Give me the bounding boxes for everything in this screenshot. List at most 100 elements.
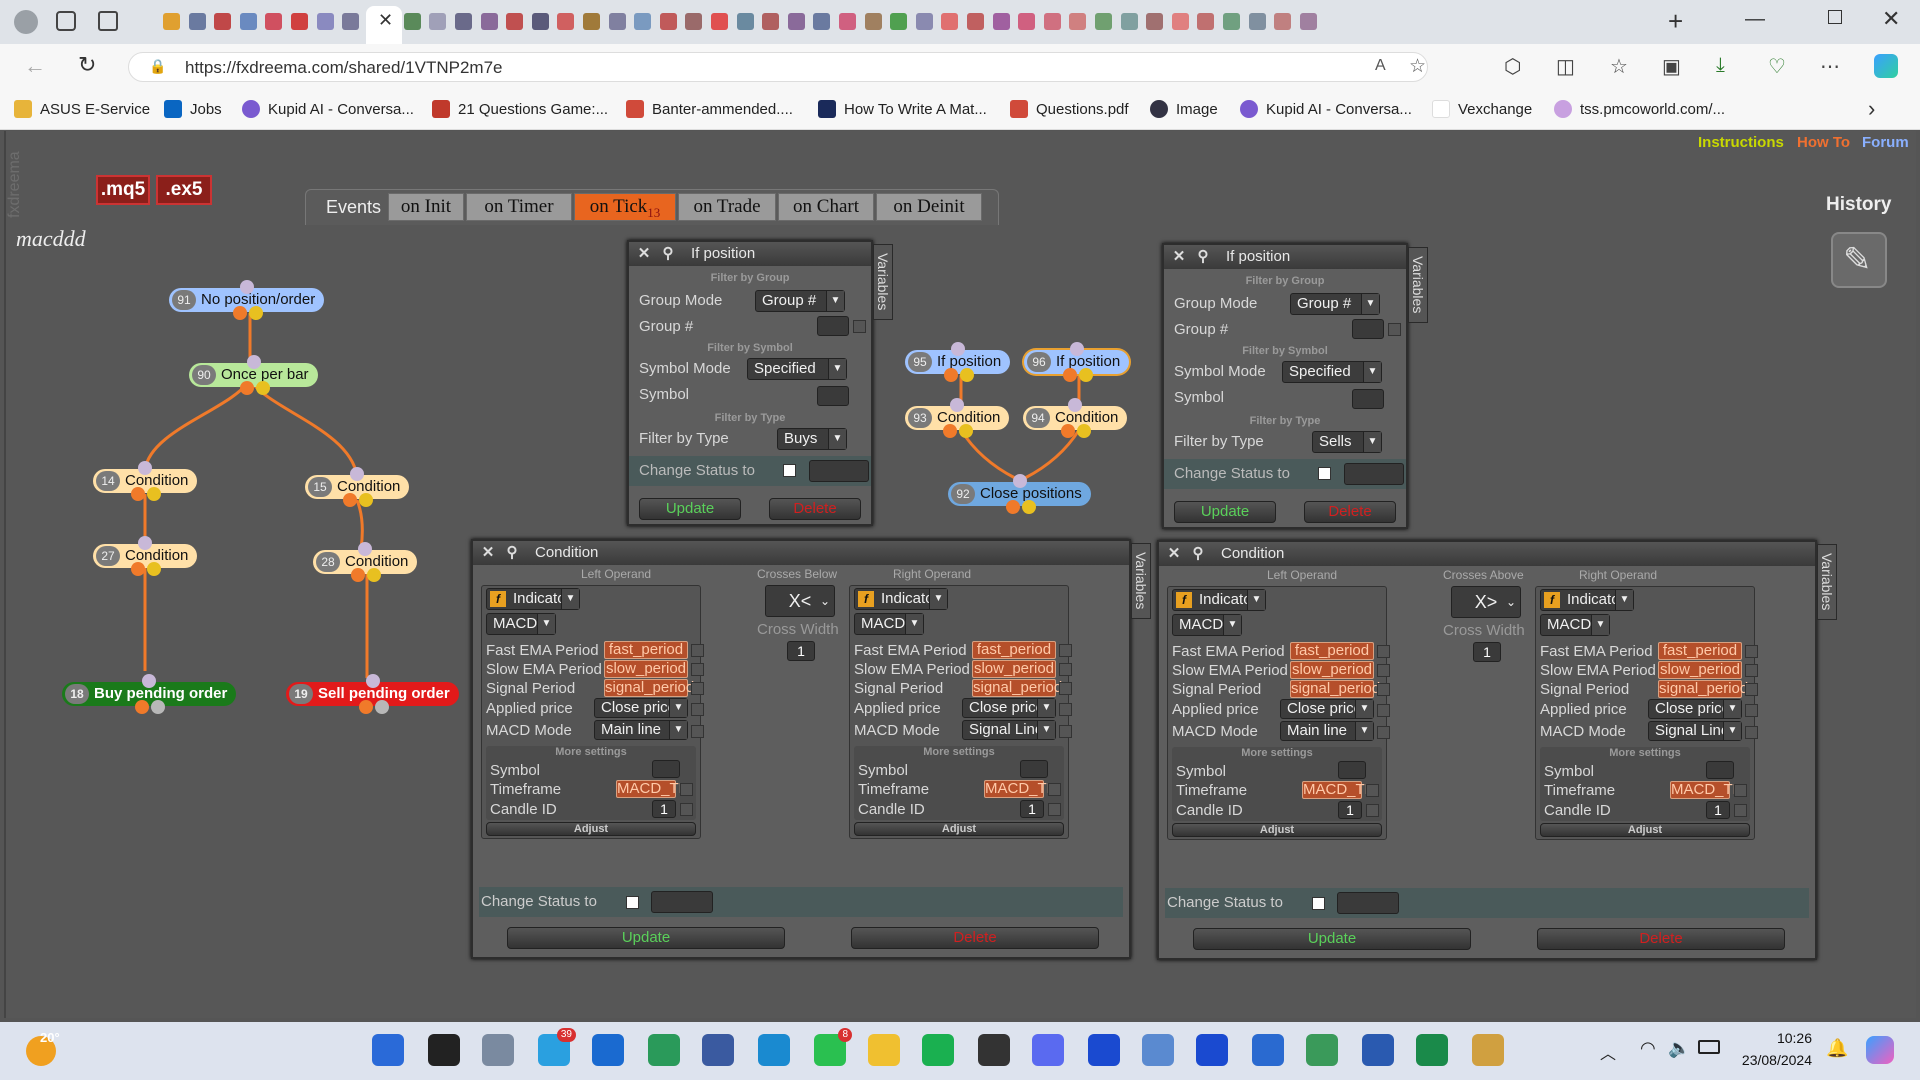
output-connector[interactable] [367, 568, 381, 582]
update-button[interactable]: Update [507, 927, 785, 949]
param-checkbox[interactable] [1745, 683, 1758, 696]
symbol-input[interactable] [817, 386, 849, 406]
variables-tab[interactable]: Variables [1408, 247, 1428, 323]
param-checkbox[interactable] [1059, 725, 1072, 738]
output-connector[interactable] [1021, 500, 1036, 514]
param-variable[interactable]: slow_period [1658, 661, 1742, 679]
task-view-icon[interactable] [482, 1034, 514, 1066]
app-icon[interactable] [702, 1034, 734, 1066]
cross-width-input[interactable]: 1 [1473, 642, 1501, 662]
param-checkbox[interactable] [1745, 645, 1758, 658]
spotify-icon[interactable] [922, 1034, 954, 1066]
output-connector[interactable] [135, 700, 149, 714]
input-connector[interactable] [1069, 342, 1084, 356]
output-connector[interactable] [255, 381, 270, 395]
output-connector[interactable] [131, 487, 145, 501]
param-checkbox[interactable] [1059, 644, 1072, 657]
param-checkbox[interactable] [691, 644, 704, 657]
input-connector[interactable] [138, 461, 152, 475]
param-checkbox[interactable] [1734, 784, 1747, 797]
output-connector[interactable] [147, 487, 161, 501]
discord-icon[interactable] [1032, 1034, 1064, 1066]
whatsapp-icon[interactable]: 8 [814, 1028, 852, 1066]
input-connector[interactable] [1012, 474, 1027, 488]
operator-select[interactable]: X< ⌄ [765, 585, 835, 617]
panel-titlebar[interactable]: ✕ ⚲ If position [1164, 245, 1406, 269]
output-connector[interactable] [1005, 500, 1020, 514]
candle-id-input[interactable]: 1 [1706, 801, 1730, 819]
app-icon[interactable] [1252, 1034, 1284, 1066]
param-variable[interactable]: signal_period [1290, 680, 1380, 698]
output-connector[interactable] [959, 368, 974, 382]
close-icon[interactable]: ✕ [635, 242, 653, 266]
param-checkbox[interactable] [1048, 783, 1061, 796]
variables-tab[interactable]: Variables [873, 244, 893, 320]
adjust-button[interactable]: Adjust [486, 822, 696, 836]
output-connector[interactable] [943, 368, 958, 382]
copilot-taskbar-icon[interactable] [1866, 1036, 1894, 1064]
update-button[interactable]: Update [1174, 501, 1276, 523]
candle-id-input[interactable]: 1 [1020, 800, 1044, 818]
param-variable[interactable]: slow_period [972, 660, 1056, 678]
param-variable[interactable]: signal_period [1658, 680, 1748, 698]
output-connector[interactable] [343, 493, 357, 507]
change-status-checkbox[interactable] [783, 464, 796, 477]
operator-select[interactable]: X> ⌄ [1451, 586, 1521, 618]
variables-tab[interactable]: Variables [1131, 543, 1151, 619]
app-icon[interactable] [1306, 1034, 1338, 1066]
close-icon[interactable]: ✕ [1165, 542, 1183, 566]
param-checkbox[interactable] [1048, 803, 1061, 816]
param-variable[interactable]: signal_period [972, 679, 1062, 697]
clock-date[interactable]: 23/08/2024 [1736, 1052, 1812, 1068]
delete-button[interactable]: Delete [1304, 501, 1396, 523]
input-connector[interactable] [950, 398, 964, 412]
macd-mode-select[interactable]: Main line ▼ [1280, 721, 1374, 741]
timeframe-variable[interactable]: MACD_TF [616, 780, 688, 798]
output-connector[interactable] [131, 562, 145, 576]
change-status-checkbox[interactable] [626, 896, 639, 909]
output-connector[interactable] [351, 568, 365, 582]
media-player-icon[interactable] [978, 1034, 1010, 1066]
macd-mode-select[interactable]: Signal Line ▼ [962, 720, 1056, 740]
checkbox[interactable] [1388, 323, 1401, 336]
adjust-button[interactable]: Adjust [1172, 823, 1382, 837]
output-connector[interactable] [151, 700, 165, 714]
param-variable[interactable]: fast_period [972, 641, 1056, 659]
input-connector[interactable] [950, 342, 965, 356]
output-connector[interactable] [374, 700, 389, 714]
param-checkbox[interactable] [1377, 683, 1390, 696]
output-connector[interactable] [959, 424, 973, 438]
output-connector[interactable] [1078, 368, 1093, 382]
variables-tab[interactable]: Variables [1817, 544, 1837, 620]
param-checkbox[interactable] [1745, 726, 1758, 739]
delete-button[interactable]: Delete [851, 927, 1099, 949]
delete-button[interactable]: Delete [769, 498, 861, 520]
edge-icon[interactable] [758, 1034, 790, 1066]
param-checkbox[interactable] [1059, 682, 1072, 695]
indicator-name-select[interactable]: MACD ▼ [854, 613, 924, 635]
output-connector[interactable] [1077, 424, 1091, 438]
panel-titlebar[interactable]: ✕ ⚲ If position [629, 242, 871, 266]
delete-button[interactable]: Delete [1537, 928, 1785, 950]
applied-price-select[interactable]: Close price ▼ [1280, 699, 1374, 719]
param-checkbox[interactable] [1377, 726, 1390, 739]
change-status-checkbox[interactable] [1318, 467, 1331, 480]
output-connector[interactable] [1061, 424, 1075, 438]
indicator-type-select[interactable]: f Indicator ▼ [1540, 589, 1634, 611]
symbol-input[interactable] [1352, 389, 1384, 409]
group-mode-select[interactable]: Group # ▼ [1290, 293, 1380, 315]
param-checkbox[interactable] [1059, 663, 1072, 676]
input-connector[interactable] [350, 467, 364, 481]
file-explorer-icon[interactable] [868, 1034, 900, 1066]
param-checkbox[interactable] [680, 803, 693, 816]
group-number-input[interactable] [1352, 319, 1384, 339]
checkbox[interactable] [853, 320, 866, 333]
symbol-input[interactable] [652, 760, 680, 778]
symbol-mode-select[interactable]: Specified ▼ [747, 358, 847, 380]
pin-icon[interactable]: ⚲ [503, 541, 521, 565]
param-checkbox[interactable] [1745, 664, 1758, 677]
input-connector[interactable] [358, 542, 372, 556]
battery-icon[interactable] [1698, 1040, 1720, 1054]
candle-id-input[interactable]: 1 [1338, 801, 1362, 819]
symbol-input[interactable] [1338, 761, 1366, 779]
